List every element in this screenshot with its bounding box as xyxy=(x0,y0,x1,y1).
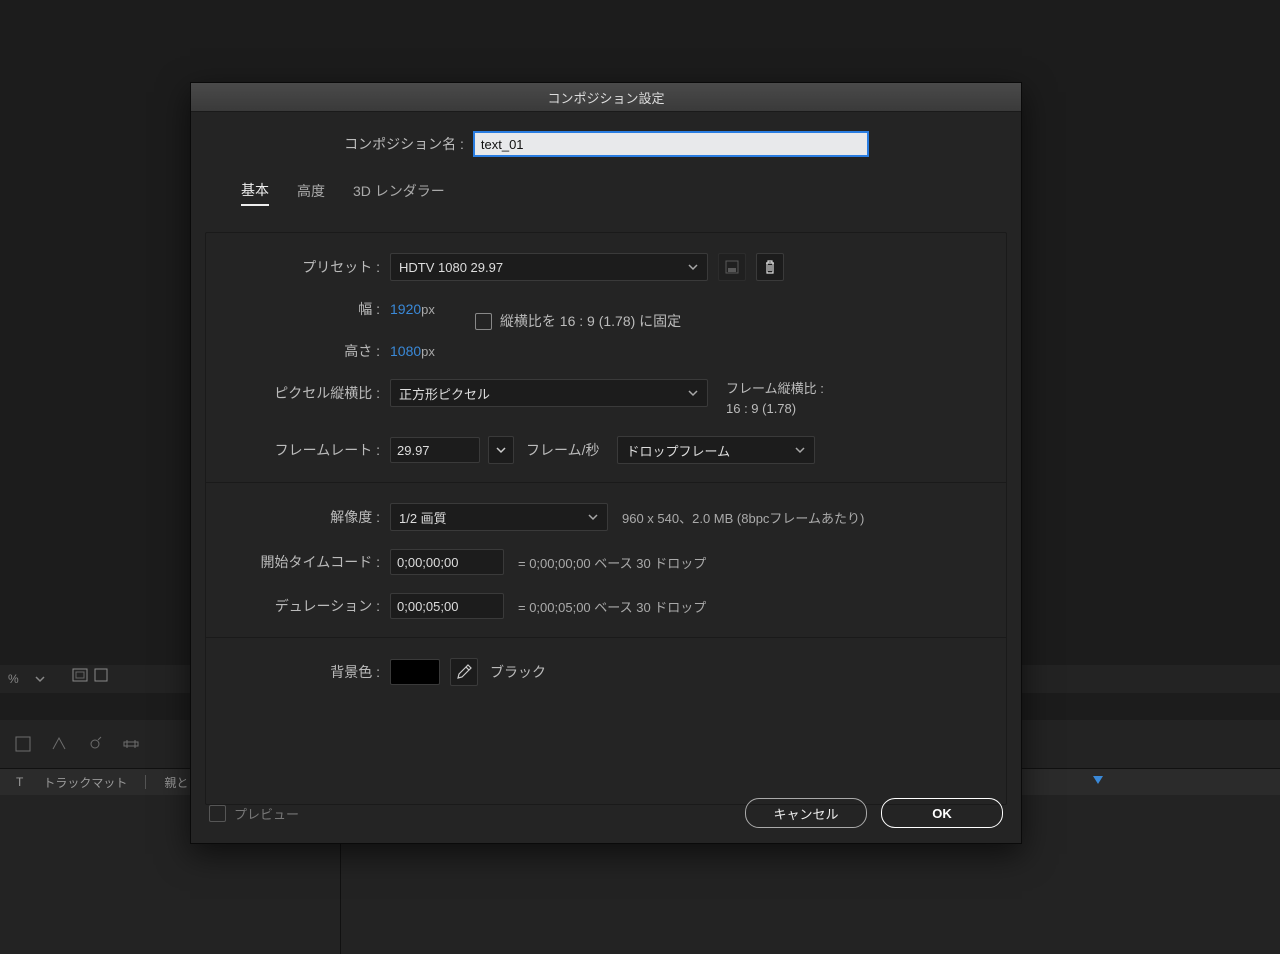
fps-dropdown-button[interactable] xyxy=(488,436,514,464)
ok-button[interactable]: OK xyxy=(881,798,1003,828)
start-tc-input[interactable]: 0;00;00;00 xyxy=(390,549,504,575)
chevron-down-icon xyxy=(687,387,699,399)
layer-indicator-icons: 0:00:0 xyxy=(72,668,108,682)
duration-input[interactable]: 0;00;05;00 xyxy=(390,593,504,619)
bgcolor-swatch[interactable] xyxy=(390,659,440,685)
settings-tabs: 基本 高度 3D レンダラー xyxy=(241,180,993,206)
chevron-down-icon[interactable] xyxy=(27,674,53,684)
chevron-down-icon xyxy=(687,261,699,273)
section-divider xyxy=(206,637,1006,638)
tool-icon-4[interactable] xyxy=(122,735,140,753)
dropframe-select[interactable]: ドロップフレーム xyxy=(617,436,815,464)
delete-preset-button[interactable] xyxy=(756,253,784,281)
preview-checkbox[interactable] xyxy=(209,805,226,822)
width-value[interactable]: 1920 xyxy=(390,301,421,317)
grid-icon[interactable] xyxy=(94,668,108,682)
lock-aspect-label: 縦横比を 16 : 9 (1.78) に固定 xyxy=(500,311,681,331)
height-value[interactable]: 1080 xyxy=(390,343,421,359)
section-divider xyxy=(206,482,1006,483)
tool-icon-2[interactable] xyxy=(50,735,68,753)
save-preset-button xyxy=(718,253,746,281)
start-tc-info: = 0;00;00;00 ベース 30 ドロップ xyxy=(518,553,706,572)
resolution-info: 960 x 540、2.0 MB (8bpcフレームあたり) xyxy=(622,508,864,527)
width-unit: px xyxy=(421,302,435,317)
preset-select[interactable]: HDTV 1080 29.97 xyxy=(390,253,708,281)
tool-icon-1[interactable] xyxy=(14,735,32,753)
resolution-select[interactable]: 1/2 画質 xyxy=(390,503,608,531)
header-trackmatte-prefix: T xyxy=(6,775,33,789)
comp-name-input[interactable] xyxy=(474,132,868,156)
duration-label: デュレーション : xyxy=(220,596,390,616)
dialog-footer: プレビュー キャンセル OK xyxy=(209,798,1003,828)
timeline-playhead-mark[interactable] xyxy=(1091,774,1105,788)
tab-3d-renderer[interactable]: 3D レンダラー xyxy=(353,181,445,205)
height-unit: px xyxy=(421,344,435,359)
eyedropper-icon xyxy=(456,664,472,680)
basic-settings-panel: プリセット : HDTV 1080 29.97 幅 : 1920 xyxy=(205,232,1007,805)
composition-settings-dialog: コンポジション設定 コンポジション名 : 基本 高度 3D レンダラー プリセッ… xyxy=(190,82,1022,844)
header-trackmatte[interactable]: トラックマット xyxy=(33,774,137,791)
preview-label: プレビュー xyxy=(234,804,299,823)
dropframe-value: ドロップフレーム xyxy=(626,441,730,460)
frame-aspect-value: 16 : 9 (1.78) xyxy=(726,399,824,419)
comp-name-label: コンポジション名 : xyxy=(344,134,464,154)
bgcolor-name: ブラック xyxy=(490,662,546,682)
tool-icon-3[interactable] xyxy=(86,735,104,753)
zoom-readout-partial: % xyxy=(0,672,27,686)
start-tc-label: 開始タイムコード : xyxy=(220,552,390,572)
par-select[interactable]: 正方形ピクセル xyxy=(390,379,708,407)
preset-label: プリセット : xyxy=(220,257,390,277)
height-label: 高さ : xyxy=(220,341,390,361)
resolution-value: 1/2 画質 xyxy=(399,508,447,527)
fps-label: フレームレート : xyxy=(220,440,390,460)
frame-aspect-label: フレーム縦横比 : xyxy=(726,379,824,399)
column-separator xyxy=(145,775,146,789)
lock-aspect-checkbox[interactable] xyxy=(475,313,492,330)
chevron-down-icon xyxy=(496,445,506,455)
trash-icon xyxy=(763,260,777,274)
tab-basic[interactable]: 基本 xyxy=(241,180,269,206)
tab-advanced[interactable]: 高度 xyxy=(297,181,325,205)
par-value: 正方形ピクセル xyxy=(399,384,490,403)
duration-info: = 0;00;05;00 ベース 30 ドロップ xyxy=(518,597,706,616)
dialog-titlebar[interactable]: コンポジション設定 xyxy=(191,83,1021,112)
resolution-label: 解像度 : xyxy=(220,507,390,527)
cancel-button[interactable]: キャンセル xyxy=(745,798,867,828)
bgcolor-label: 背景色 : xyxy=(220,662,390,682)
save-preset-icon xyxy=(725,260,739,274)
par-label: ピクセル縦横比 : xyxy=(220,383,390,403)
eyedropper-button[interactable] xyxy=(450,658,478,686)
chevron-down-icon xyxy=(587,511,599,523)
fps-unit-label: フレーム/秒 xyxy=(526,440,599,460)
fps-input[interactable]: 29.97 xyxy=(390,437,480,463)
preset-value: HDTV 1080 29.97 xyxy=(399,260,503,275)
region-icon[interactable] xyxy=(72,668,88,682)
chevron-down-icon xyxy=(794,444,806,456)
width-label: 幅 : xyxy=(220,299,390,319)
